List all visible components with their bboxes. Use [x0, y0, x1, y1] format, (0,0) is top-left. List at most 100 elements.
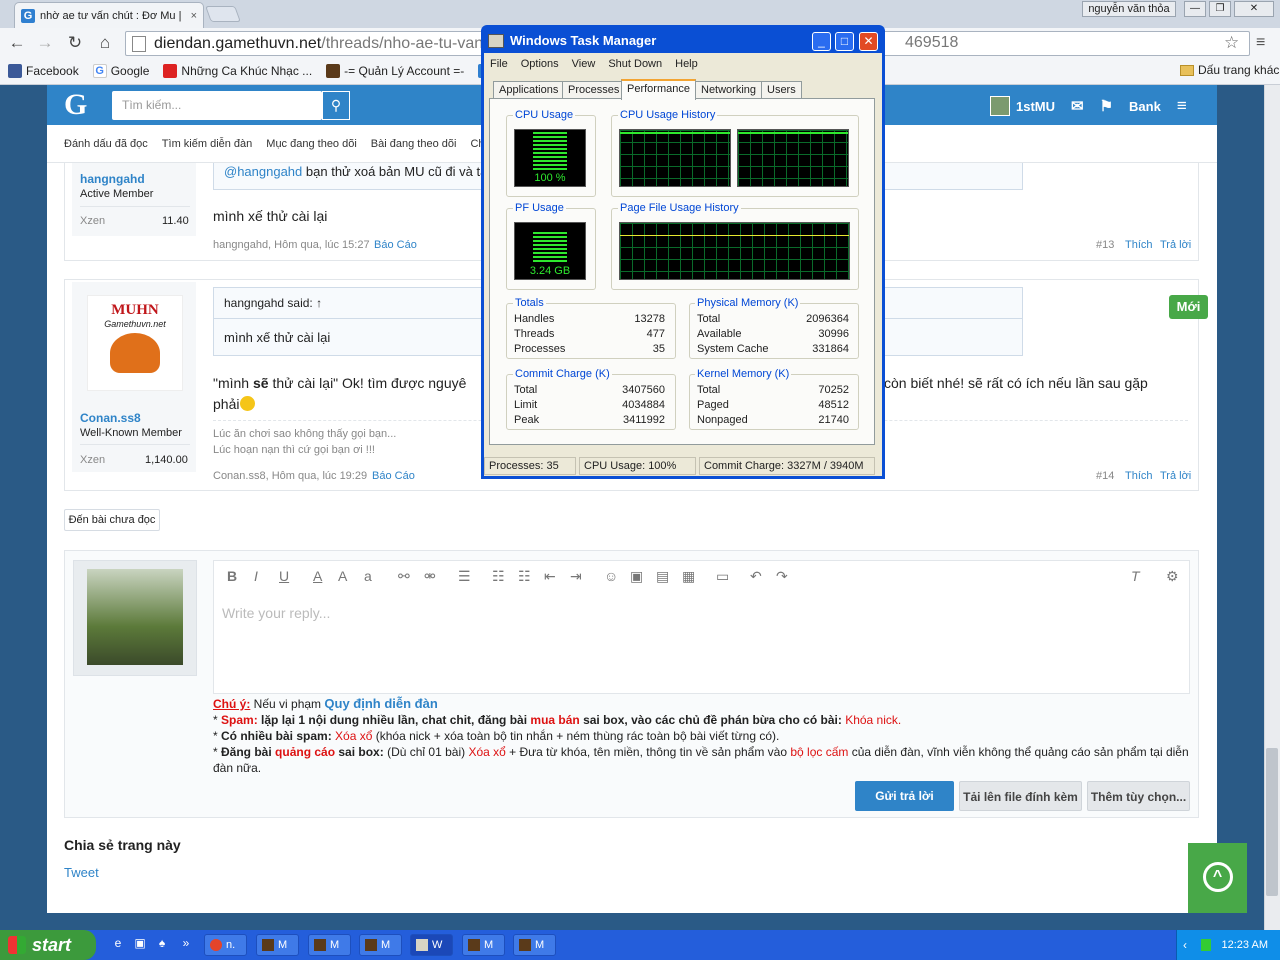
reply-editor[interactable] — [213, 560, 1190, 694]
font-size-icon[interactable]: A — [338, 568, 347, 584]
ie-icon[interactable]: e — [110, 936, 126, 952]
back-icon[interactable]: ← — [6, 33, 28, 53]
taskbar-item-chrome[interactable]: n. — [204, 934, 247, 956]
subnav-mark-read[interactable]: Đánh dấu đã đọc — [64, 138, 148, 150]
network-icon[interactable] — [1201, 939, 1211, 951]
post-number[interactable]: #14 — [1096, 470, 1114, 482]
taskbar-item-mu[interactable]: M — [513, 934, 556, 956]
start-button[interactable]: start — [0, 930, 96, 960]
rules-link[interactable]: Quy định diễn đàn — [324, 696, 437, 711]
reload-icon[interactable]: ↻ — [64, 33, 86, 53]
subnav-search[interactable]: Tìm kiếm diễn đàn — [162, 138, 252, 150]
post-number[interactable]: #13 — [1096, 239, 1114, 251]
indent-icon[interactable]: ⇥ — [570, 568, 582, 585]
desktop-icon[interactable]: ▣ — [132, 936, 148, 952]
mention-link[interactable]: @hangngahd — [224, 164, 302, 179]
tm-minimize-icon[interactable]: _ — [812, 32, 831, 51]
taskbar-item-taskmgr[interactable]: W — [410, 934, 453, 956]
report-link[interactable]: Báo Cáo — [374, 239, 417, 251]
new-tab-button[interactable] — [205, 6, 241, 22]
like-link[interactable]: Thích — [1125, 470, 1153, 482]
outdent-icon[interactable]: ⇤ — [544, 568, 556, 585]
unread-posts-button[interactable]: Đến bài chưa đọc — [64, 509, 160, 531]
tab-networking[interactable]: Networking — [695, 81, 763, 99]
forward-icon[interactable]: → — [34, 33, 56, 53]
post-username[interactable]: hangngahd — [80, 172, 145, 186]
user-avatar[interactable]: MUHN Gamethuvn.net — [87, 295, 183, 391]
menu-options[interactable]: Options — [521, 58, 559, 70]
smilie-icon[interactable]: ☺ — [604, 568, 618, 584]
redo-icon[interactable]: ↷ — [776, 568, 788, 585]
bookmark-account[interactable]: -= Quản Lý Account =- — [326, 64, 464, 78]
taskbar-item-mu[interactable]: M — [462, 934, 505, 956]
site-logo[interactable]: G — [64, 88, 87, 122]
home-icon[interactable]: ⌂ — [94, 33, 116, 53]
remove-format-icon[interactable]: T — [1131, 568, 1140, 584]
restore-icon[interactable]: ❐ — [1209, 1, 1231, 17]
link-icon[interactable]: ⚯ — [398, 568, 410, 585]
scroll-to-top-button[interactable]: ^ — [1188, 843, 1247, 913]
tweet-link[interactable]: Tweet — [64, 865, 99, 880]
subnav-watched-forums[interactable]: Mục đang theo dõi — [266, 138, 357, 150]
bold-icon[interactable]: B — [227, 568, 237, 584]
underline-icon[interactable]: U — [279, 568, 289, 584]
upload-attachment-button[interactable]: Tải lên file đính kèm — [959, 781, 1082, 811]
align-icon[interactable]: ☰ — [458, 568, 471, 585]
italic-icon[interactable]: I — [254, 568, 258, 584]
scrollbar-thumb[interactable] — [1266, 748, 1278, 896]
menu-icon[interactable]: ≡ — [1256, 34, 1265, 52]
font-color-icon[interactable]: A — [313, 568, 322, 584]
search-icon[interactable]: ⚲ — [322, 91, 350, 120]
game-icon[interactable]: ♠ — [154, 936, 170, 952]
bookmark-star-icon[interactable]: ☆ — [1224, 33, 1239, 53]
subnav-watched-threads[interactable]: Bài đang theo dõi — [371, 138, 457, 150]
tab-users[interactable]: Users — [761, 81, 802, 99]
minimize-icon[interactable]: — — [1184, 1, 1206, 17]
menu-help[interactable]: Help — [675, 58, 698, 70]
hamburger-icon[interactable]: ≡ — [1177, 96, 1187, 116]
quicklaunch-more-icon[interactable]: » — [178, 936, 194, 952]
bullet-list-icon[interactable]: ☷ — [492, 568, 505, 585]
report-link[interactable]: Báo Cáo — [372, 470, 415, 482]
post-username[interactable]: Conan.ss8 — [80, 411, 141, 425]
bookmark-music[interactable]: Những Ca Khúc Nhạc ... — [163, 64, 312, 78]
numbered-list-icon[interactable]: ☷ — [518, 568, 531, 585]
mail-icon[interactable]: ✉ — [1071, 97, 1084, 115]
image-icon[interactable]: ▣ — [630, 568, 643, 585]
submit-reply-button[interactable]: Gửi trả lời — [855, 781, 954, 811]
quote-author[interactable]: hangngahd said: ↑ — [224, 296, 322, 310]
browser-user[interactable]: nguyễn văn thỏa — [1082, 1, 1176, 17]
tm-close-icon[interactable]: ✕ — [859, 32, 878, 51]
menu-file[interactable]: File — [490, 58, 508, 70]
bookmark-google[interactable]: G Google — [92, 64, 149, 78]
tab-close-icon[interactable]: × — [191, 10, 197, 22]
bank-link[interactable]: Bank — [1129, 99, 1161, 114]
close-icon[interactable]: ✕ — [1234, 1, 1274, 17]
media-icon[interactable]: ▤ — [656, 568, 669, 585]
menu-view[interactable]: View — [572, 58, 596, 70]
menu-shutdown[interactable]: Shut Down — [608, 58, 662, 70]
like-link[interactable]: Thích — [1125, 239, 1153, 251]
tab-processes[interactable]: Processes — [562, 81, 626, 99]
taskbar-item-mu[interactable]: M — [359, 934, 402, 956]
reply-link[interactable]: Trả lời — [1160, 470, 1191, 482]
tray-expand-icon[interactable]: ‹ — [1183, 938, 1187, 952]
flag-icon[interactable]: ⚑ — [1100, 97, 1113, 115]
search-input[interactable]: Tìm kiếm... — [112, 91, 322, 120]
taskbar-item-mu[interactable]: M — [256, 934, 299, 956]
tab-applications[interactable]: Applications — [493, 81, 565, 99]
save-draft-icon[interactable]: ▭ — [716, 568, 729, 585]
bookmark-facebook[interactable]: Facebook — [8, 64, 79, 78]
insert-icon[interactable]: ▦ — [682, 568, 695, 585]
more-options-button[interactable]: Thêm tùy chọn... — [1087, 781, 1190, 811]
reply-link[interactable]: Trả lời — [1160, 239, 1191, 251]
bookmarks-other[interactable]: Dấu trang khác — [1180, 63, 1279, 77]
undo-icon[interactable]: ↶ — [750, 568, 762, 585]
user-menu[interactable]: 1stMU — [990, 96, 1055, 116]
taskbar-item-mu[interactable]: M — [308, 934, 351, 956]
tab-performance[interactable]: Performance — [621, 79, 696, 100]
font-family-icon[interactable]: a — [364, 568, 372, 584]
browser-tab[interactable]: G nhờ ae tư vấn chút : Đơ Mu | × — [14, 2, 204, 28]
tm-maximize-icon[interactable]: □ — [835, 32, 854, 51]
toggle-bbcode-icon[interactable]: ⚙ — [1166, 568, 1179, 585]
